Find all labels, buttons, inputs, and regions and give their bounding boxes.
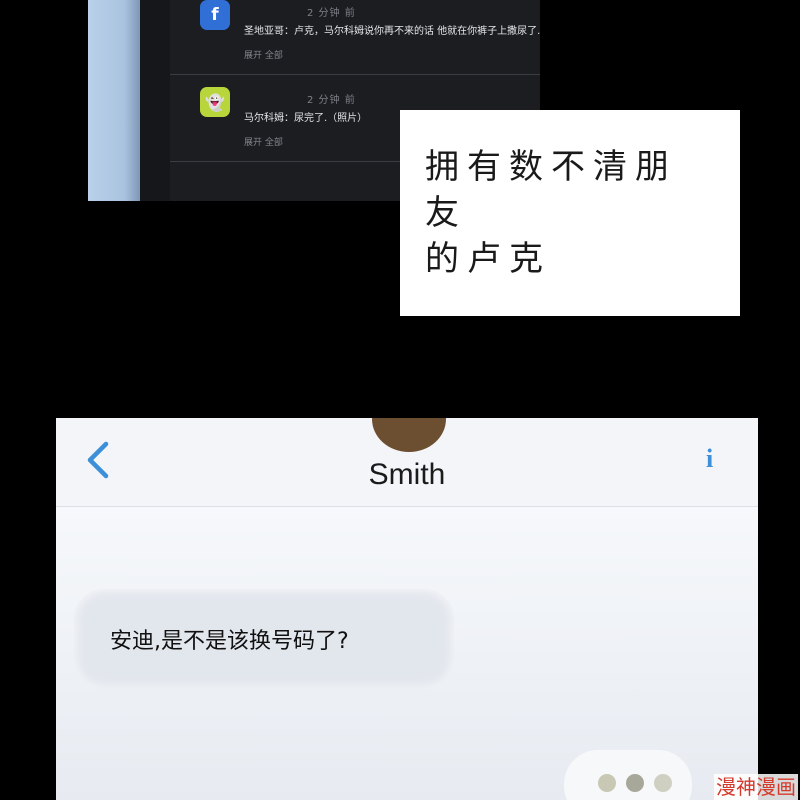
typing-dot — [654, 774, 672, 792]
caption-text: 拥有数不清朋友 的卢克 — [425, 144, 715, 282]
expand-all-link[interactable]: 展开 全部 — [244, 135, 283, 148]
typing-dot — [626, 774, 644, 792]
messages-screen: Smith i 安迪,是不是该换号码了? — [56, 418, 758, 800]
expand-all-link[interactable]: 展开 全部 — [244, 48, 283, 61]
notification-time: 2 分钟 前 — [307, 8, 356, 19]
phone-edge — [88, 0, 140, 201]
notification-facebook[interactable]: f 2 分钟 前 圣地亚哥：卢克，马尔科姆说你再不来的话 他就在你裤子上撒尿了.… — [170, 0, 540, 75]
snapchat-icon: 👻 — [200, 87, 230, 117]
caption-box: 拥有数不清朋友 的卢克 — [400, 110, 740, 316]
facebook-icon: f — [200, 0, 230, 30]
typing-dot — [598, 774, 616, 792]
typing-indicator-bubble — [564, 750, 692, 800]
conversation-header: Smith i — [56, 418, 758, 507]
watermark: 漫神漫画 — [714, 774, 798, 800]
notification-message: 圣地亚哥：卢克，马尔科姆说你再不来的话 他就在你裤子上撒尿了. — [244, 26, 540, 37]
avatar[interactable] — [372, 418, 446, 452]
conversation-body: 安迪,是不是该换号码了? — [56, 507, 758, 800]
caption-line-2: 的卢克 — [425, 239, 551, 279]
info-icon[interactable]: i — [706, 446, 714, 472]
incoming-message-bubble: 安迪,是不是该换号码了? — [74, 589, 454, 689]
notification-time: 2 分钟 前 — [307, 95, 356, 106]
contact-name: Smith — [368, 458, 446, 491]
incoming-message-text: 安迪,是不是该换号码了? — [110, 629, 349, 654]
caption-line-1: 拥有数不清朋友 — [425, 147, 677, 233]
phone-bezel — [140, 0, 170, 201]
